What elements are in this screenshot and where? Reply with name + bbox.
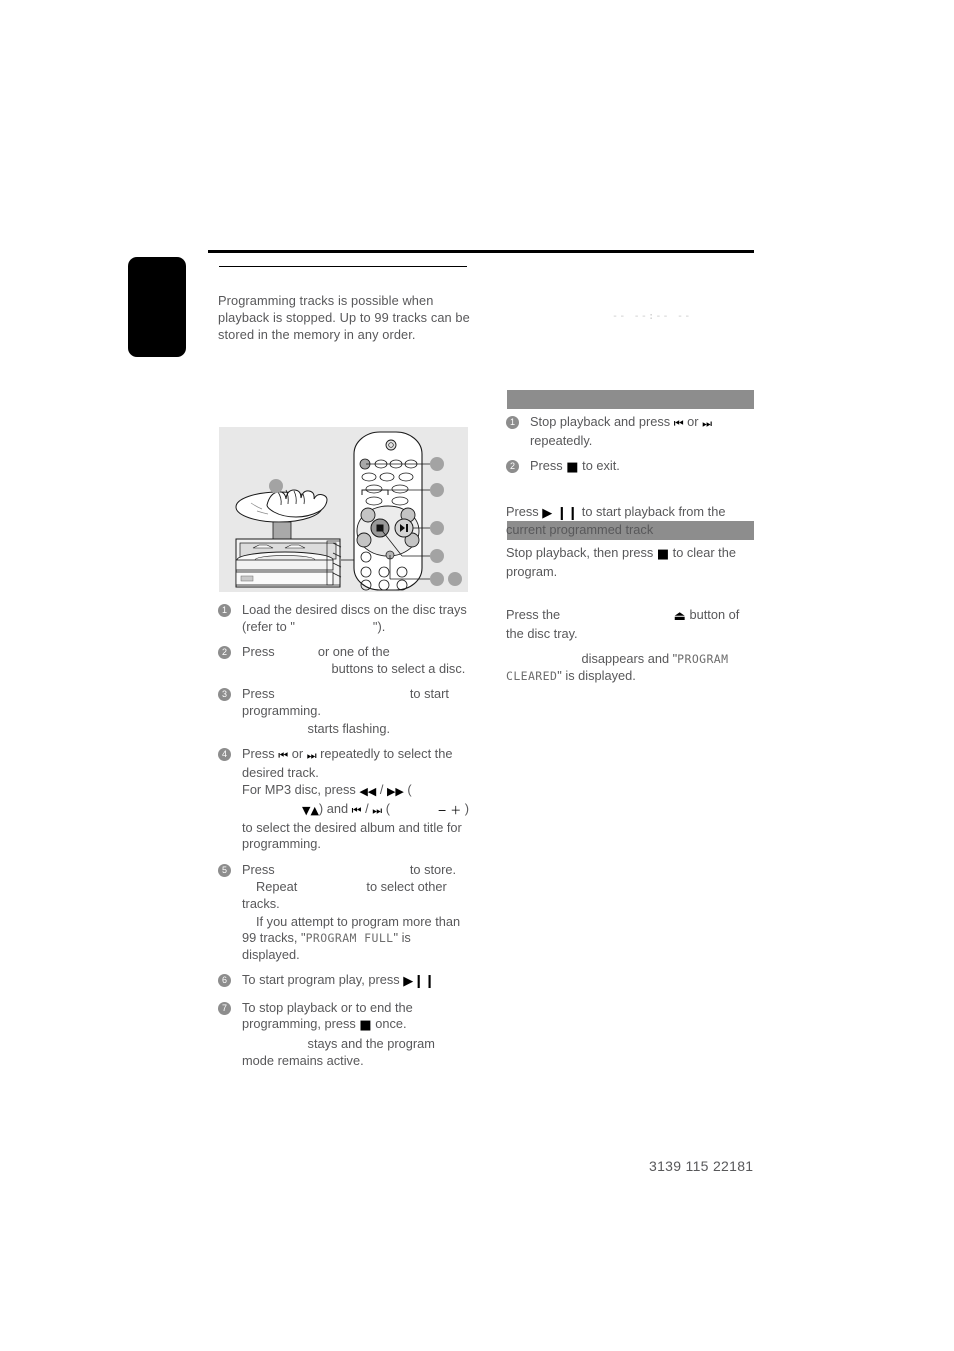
transport-glyph-icon: ■ — [656, 547, 670, 562]
step-item: 1 Load the desired discs on the disc tray… — [218, 602, 470, 635]
manual-page: -- --:-- -- Programming tracks is possib… — [0, 0, 954, 1351]
step-item: 4 Press ⏮ or ⏭ repeatedly to select the d… — [218, 746, 470, 853]
transport-glyph-icon: ◀◀ — [359, 785, 377, 799]
step-number: 1 — [218, 604, 231, 617]
lcd-message: PROGRAM CLEARED — [506, 652, 729, 683]
step-item: 5 Press to store. Repeat to select other t… — [218, 862, 470, 964]
review-section-heading-bar — [507, 390, 754, 409]
remote-control — [353, 431, 423, 591]
disc-loading-illustration — [219, 427, 468, 592]
transport-glyph-icon: ⏭ — [306, 749, 317, 763]
step-number: 6 — [218, 974, 231, 988]
transport-glyph-icon: ■ — [566, 460, 579, 476]
transport-glyph-icon: − ＋ — [437, 803, 462, 817]
callout-dot-5 — [430, 572, 444, 586]
step-number: 2 — [506, 460, 519, 474]
step-subtext: stays and the program mode remains activ… — [242, 1036, 435, 1068]
step-text: To stop playback or to end the programmi… — [242, 999, 413, 1034]
transport-glyph-icon: ■ — [359, 1018, 372, 1034]
left-step-list: 1 Load the desired discs on the disc tray… — [218, 602, 470, 1069]
transport-glyph-icon: ▶ ❙❙ — [542, 505, 579, 521]
transport-glyph-icon: ▶❙❙ — [403, 974, 436, 990]
display-readout: -- --:-- -- — [612, 311, 692, 322]
clear-paragraph-2: Press the ⏏ button of the disc tray. — [506, 607, 740, 641]
transport-glyph-icon: ▶▶ — [386, 785, 404, 799]
step-text: Load the desired discs on the disc trays… — [242, 602, 467, 634]
step-text: Press ⏮ or ⏭ repeatedly to select the de… — [242, 746, 453, 780]
transport-glyph-icon: ⏮ — [278, 749, 289, 763]
step-item: 1 Stop playback and press ⏮ or ⏭ repeated… — [506, 414, 758, 449]
lcd-message: PROGRAM FULL — [305, 931, 394, 946]
player-unit — [235, 538, 342, 588]
clear-section: Stop playback, then press ■ to clear the… — [506, 545, 758, 694]
callout-dot-6 — [448, 572, 462, 586]
left-column: Programming tracks is possible when play… — [218, 293, 470, 343]
callout-dot-1 — [430, 457, 444, 471]
chapter-tab — [128, 257, 186, 357]
callout-dot-3 — [430, 521, 444, 535]
section-rule — [219, 266, 467, 267]
step-text: To start program play, press ▶❙❙ — [242, 972, 436, 990]
callout-dot-4 — [430, 549, 444, 563]
intro-paragraph: Programming tracks is possible when play… — [218, 293, 470, 342]
step-item: 7 To stop playback or to end the programm… — [218, 1000, 470, 1069]
step-item: 2 Press ■ to exit. — [506, 458, 758, 477]
step-item: 2 Press or one of the buttons to select a… — [218, 644, 470, 677]
transport-glyph-icon: ⏭ — [372, 803, 383, 817]
step-text: Stop playback and press ⏮ or ⏭ repeatedl… — [530, 414, 713, 448]
step-subtext: starts flashing. — [304, 720, 391, 736]
step-item: 3 Press to start programming. starts flas… — [218, 686, 470, 737]
callout-dot-disc — [269, 479, 283, 493]
step-text: Press to store. — [242, 861, 457, 877]
step-subtext: Repeat to select other tracks. — [242, 879, 447, 911]
review-section: 1 Stop playback and press ⏮ or ⏭ repeated… — [506, 414, 758, 548]
step-item: 6 To start program play, press ▶❙❙ — [218, 972, 470, 991]
callout-dot-2 — [430, 483, 444, 497]
step-subtext: For MP3 disc, press ◀◀ / ▶▶ ( ▼▲) and ⏮ … — [242, 782, 470, 852]
review-step-list: 1 Stop playback and press ⏮ or ⏭ repeated… — [506, 414, 758, 477]
step-number: 5 — [218, 863, 231, 877]
step-text: Press to start programming. — [242, 686, 449, 718]
transport-glyph-icon: ⏏ — [673, 609, 686, 625]
transport-glyph-icon: ▼▲ — [302, 803, 319, 817]
step-number: 4 — [218, 748, 231, 762]
step-number: 2 — [218, 646, 231, 660]
step-number: 1 — [506, 416, 519, 429]
transport-glyph-icon: ⏮ — [351, 803, 362, 817]
step-note: If you attempt to program more than 99 t… — [242, 913, 461, 962]
step-text: Press or one of the buttons to select a … — [242, 644, 466, 676]
step-number: 3 — [218, 688, 231, 702]
clear-paragraph-1: Stop playback, then press ■ to clear the… — [506, 545, 736, 579]
clear-paragraph-3: disappears and "PROGRAM CLEARED" is disp… — [506, 651, 729, 683]
step-number: 7 — [218, 1001, 231, 1015]
transport-glyph-icon: ⏮ — [673, 417, 684, 430]
programming-steps: 1 Load the desired discs on the disc tray… — [218, 602, 470, 1078]
step-text: Press ■ to exit. — [530, 458, 620, 476]
transport-glyph-icon: ⏭ — [702, 417, 713, 430]
review-tip: Press ▶ ❙❙ to start playback from the cu… — [506, 503, 726, 538]
page-footer-code: 3139 115 22181 — [649, 1158, 754, 1174]
page-top-rule — [208, 250, 754, 253]
